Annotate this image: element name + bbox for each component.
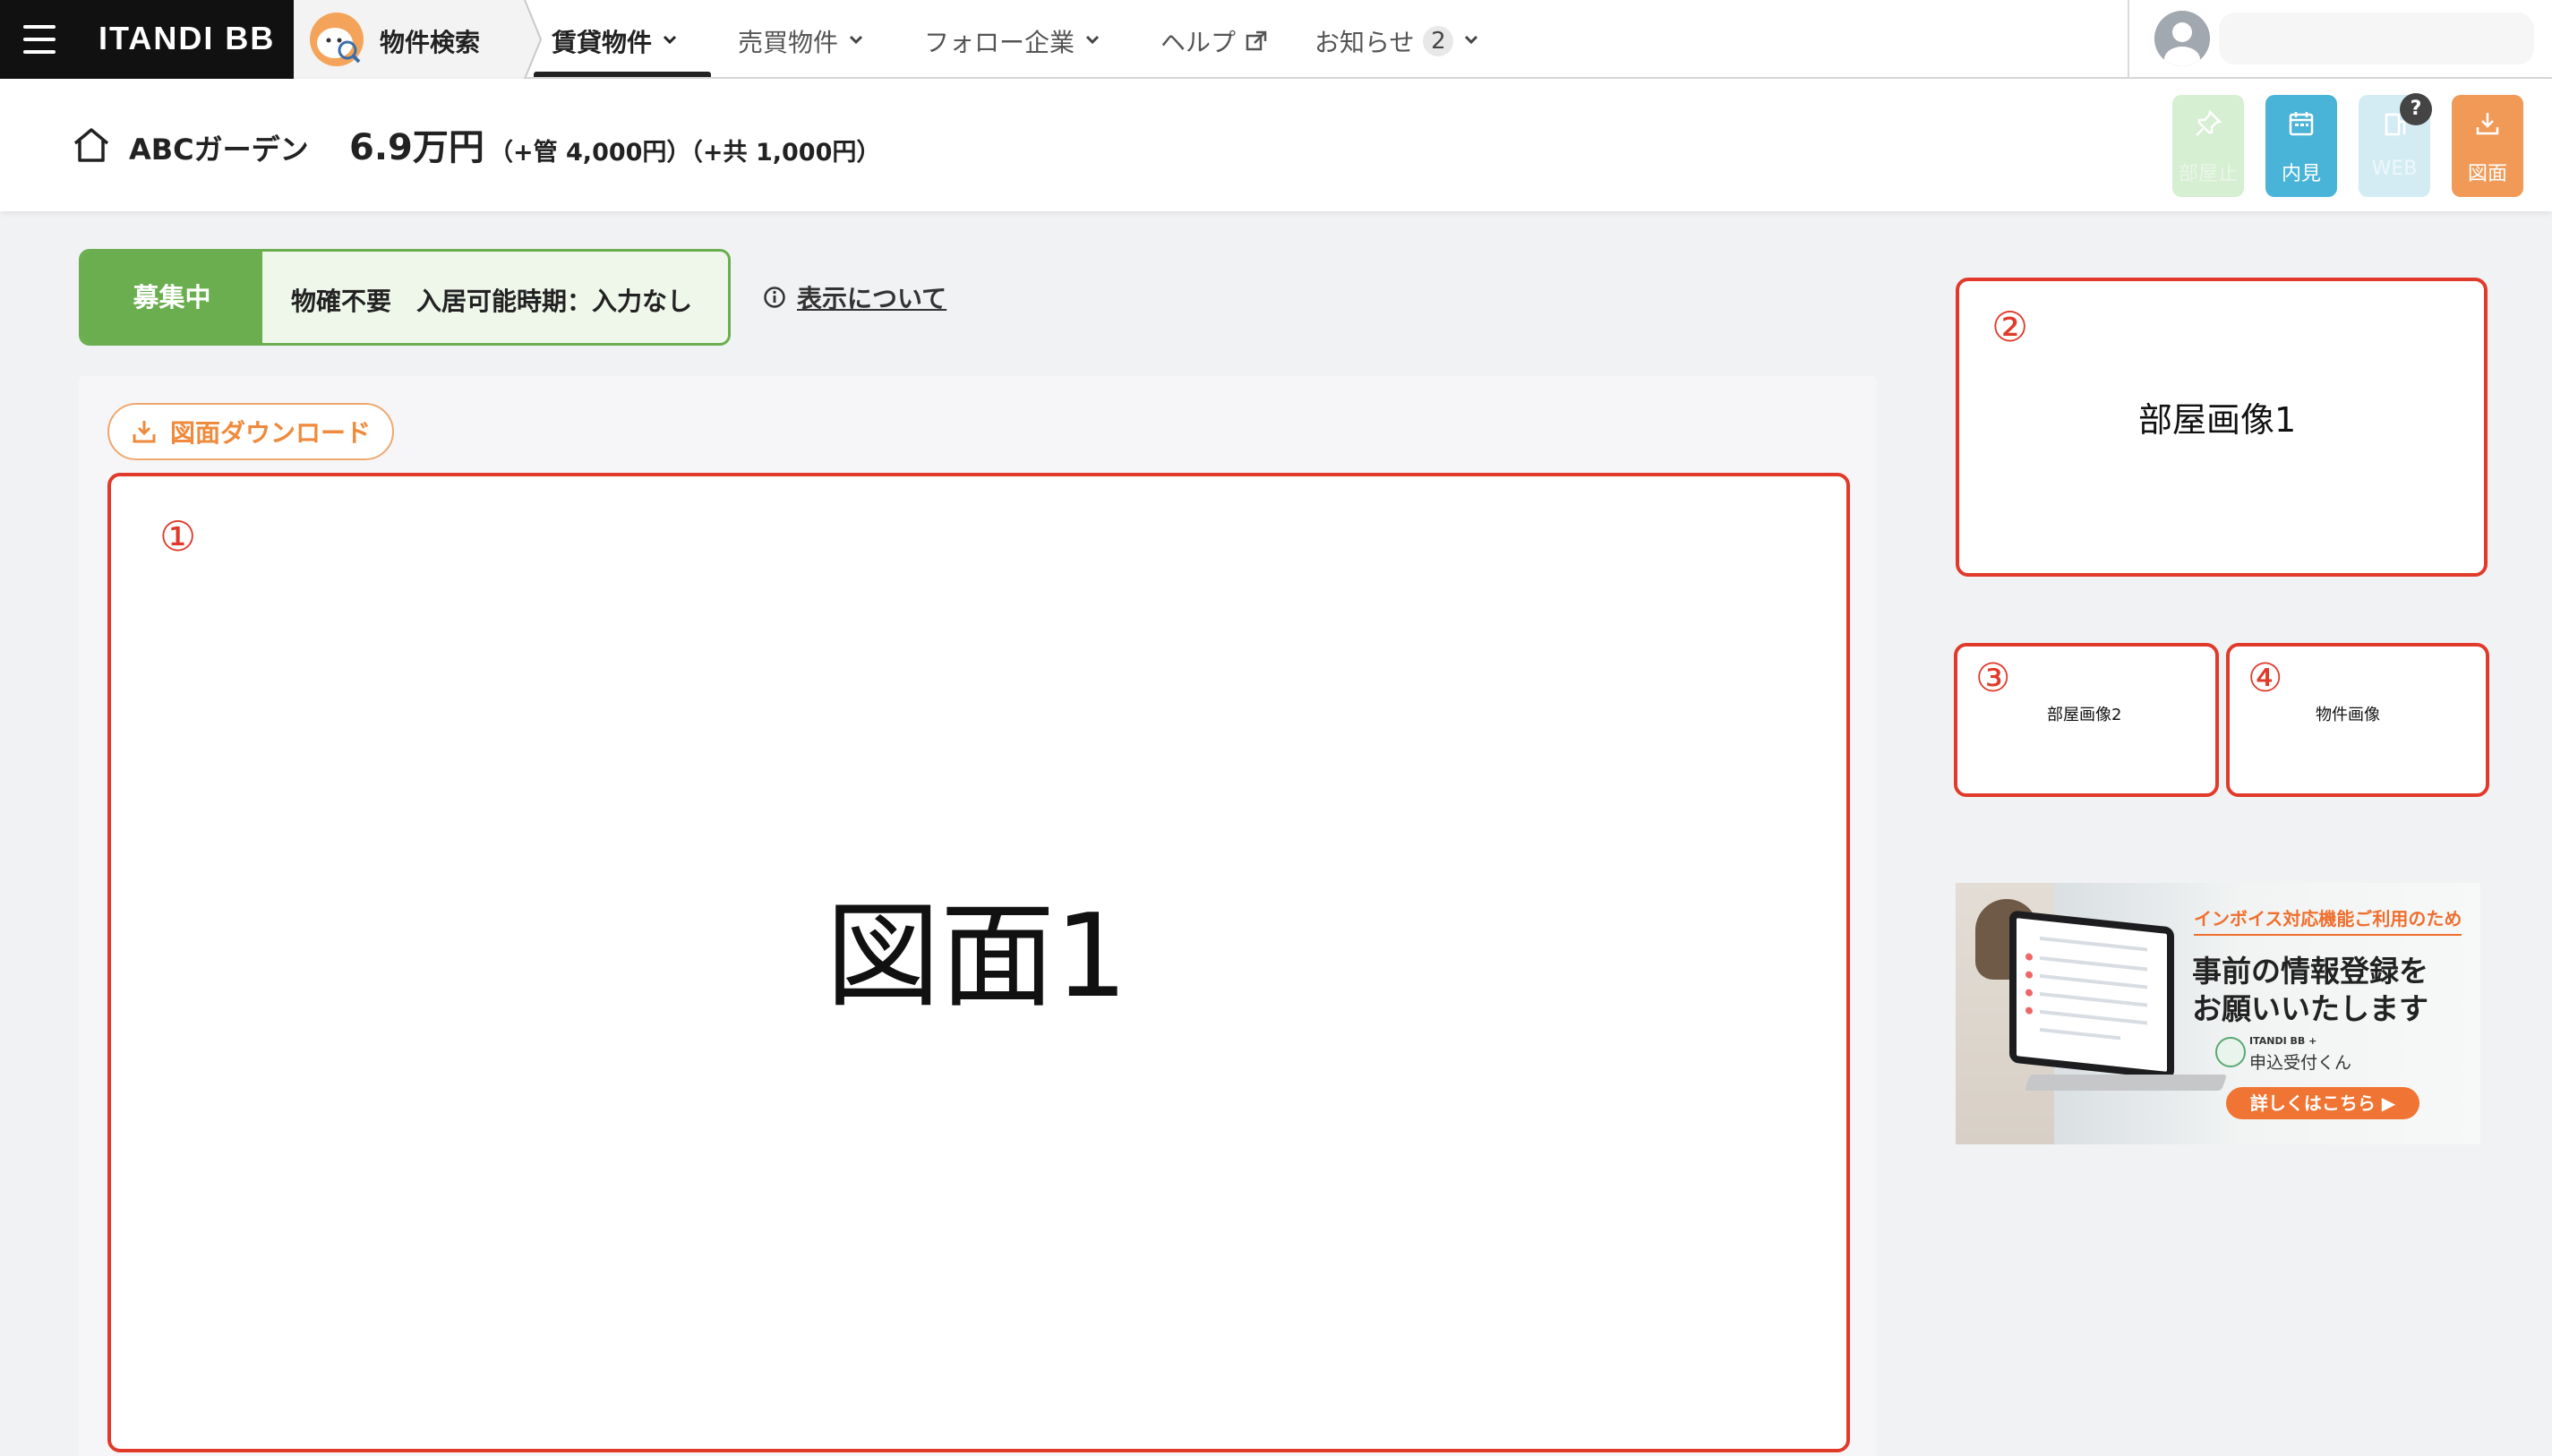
info-icon: [764, 287, 785, 308]
top-navbar: ITANDI BB 物件検索 賃貸物件 売買物件 フォロー企業 ヘルプ お知らせ…: [0, 0, 2552, 79]
banner-headline-1: 事前の情報登録を: [2192, 954, 2428, 989]
property-image-frame[interactable]: ④ 物件画像: [2226, 643, 2489, 797]
recruitment-status: 募集中 物確不要 入居可能時期：入力なし: [79, 249, 731, 346]
user-account-box[interactable]: [2219, 13, 2534, 64]
room-image-1-frame[interactable]: ② 部屋画像1: [1956, 278, 2488, 577]
nav-divider: [2128, 0, 2129, 79]
banner-app-name: 申込受付くん: [2249, 1053, 2352, 1073]
nav-divider-chevron-icon: [510, 0, 543, 79]
frame-number: ③: [1975, 655, 2011, 701]
nav-notifications[interactable]: お知らせ 2: [1315, 23, 1478, 59]
display-info-link[interactable]: 表示について: [763, 279, 946, 315]
property-header: ABCガーデン 6.9万円 （+管 4,000円）（+共 1,000円） 部屋止…: [0, 79, 2552, 211]
chevron-down-icon: [1085, 35, 1100, 45]
nav-follow-companies[interactable]: フォロー企業: [924, 23, 1100, 59]
banner-headline-2: お願いいたします: [2192, 991, 2428, 1026]
banner-details-button[interactable]: 詳しくはこちら ▶: [2226, 1087, 2419, 1119]
chevron-down-icon: [849, 35, 863, 45]
external-link-icon: [1246, 30, 1267, 51]
pin-icon: [2196, 109, 2222, 136]
cat-mascot-icon: [310, 13, 364, 66]
chevron-down-icon: [663, 35, 677, 45]
nav-notifications-label: お知らせ: [1315, 28, 1415, 57]
frame-number: ②: [1991, 303, 2029, 351]
brand-area: ITANDI BB: [0, 0, 294, 79]
property-fees: （+管 4,000円）（+共 1,000円）: [489, 139, 881, 167]
property-name: ABCガーデン: [129, 133, 309, 167]
floor-plan-image-frame[interactable]: ① 図面1: [107, 473, 1850, 1452]
nav-search-label: 物件検索: [380, 28, 481, 57]
download-icon: [2476, 113, 2499, 135]
nav-rental-properties[interactable]: 賃貸物件: [552, 23, 677, 59]
viewing-label: 内見: [2281, 163, 2321, 185]
invoice-banner[interactable]: インボイス対応機能ご利用のため 事前の情報登録を お願いいたします ITANDI…: [1956, 883, 2480, 1144]
nav-follow-label: フォロー企業: [924, 28, 1075, 57]
web-label: WEB: [2371, 158, 2418, 180]
property-image-label: 物件画像: [2316, 706, 2380, 724]
property-rent: 6.9万円: [349, 127, 484, 168]
floor-plan-button[interactable]: 図面: [2452, 95, 2523, 197]
chevron-down-icon: [1465, 35, 1478, 45]
laptop-base: [2024, 1075, 2228, 1091]
status-badge: 募集中: [81, 252, 262, 343]
room-stop-button[interactable]: 部屋止: [2172, 95, 2244, 197]
home-icon: [73, 128, 109, 162]
room-image-1-label: 部屋画像1: [2138, 400, 2297, 440]
display-info-label: 表示について: [797, 284, 947, 313]
help-question-icon[interactable]: ?: [2400, 93, 2432, 125]
calendar-icon: [2289, 112, 2314, 136]
nav-sale-label: 売買物件: [738, 28, 839, 57]
frame-number: ①: [159, 512, 197, 561]
frame-number: ④: [2248, 655, 2283, 701]
laptop-illustration: [2009, 910, 2174, 1080]
nav-active-indicator: [534, 72, 711, 77]
floor-plan-label: 図面1: [826, 890, 1128, 1023]
nav-help[interactable]: ヘルプ: [1160, 23, 1268, 59]
brand-logo[interactable]: ITANDI BB: [98, 20, 275, 57]
status-details: 物確不要 入居可能時期：入力なし: [291, 287, 693, 316]
download-icon: [133, 421, 156, 443]
nav-property-search[interactable]: 物件検索: [294, 0, 525, 79]
viewing-button[interactable]: 内見: [2265, 95, 2337, 197]
floor-plan-label: 図面: [2467, 163, 2507, 185]
floor-plan-download-button[interactable]: 図面ダウンロード: [107, 403, 394, 460]
banner-app-brand: ITANDI BB +: [2249, 1035, 2317, 1047]
nav-rental-label: 賃貸物件: [552, 28, 653, 57]
user-avatar-icon[interactable]: [2154, 11, 2210, 66]
cat-mascot-icon: [2215, 1037, 2246, 1067]
notification-count-badge: 2: [1423, 26, 1454, 56]
room-image-2-frame[interactable]: ③ 部屋画像2: [1954, 643, 2219, 797]
nav-sale-properties[interactable]: 売買物件: [738, 23, 863, 59]
room-stop-label: 部屋止: [2178, 163, 2238, 185]
room-image-2-label: 部屋画像2: [2047, 706, 2122, 724]
hamburger-menu-icon[interactable]: [21, 21, 57, 57]
nav-help-label: ヘルプ: [1160, 28, 1237, 57]
banner-subtitle: インボイス対応機能ご利用のため: [2194, 904, 2462, 936]
floor-plan-download-label: 図面ダウンロード: [169, 418, 371, 448]
